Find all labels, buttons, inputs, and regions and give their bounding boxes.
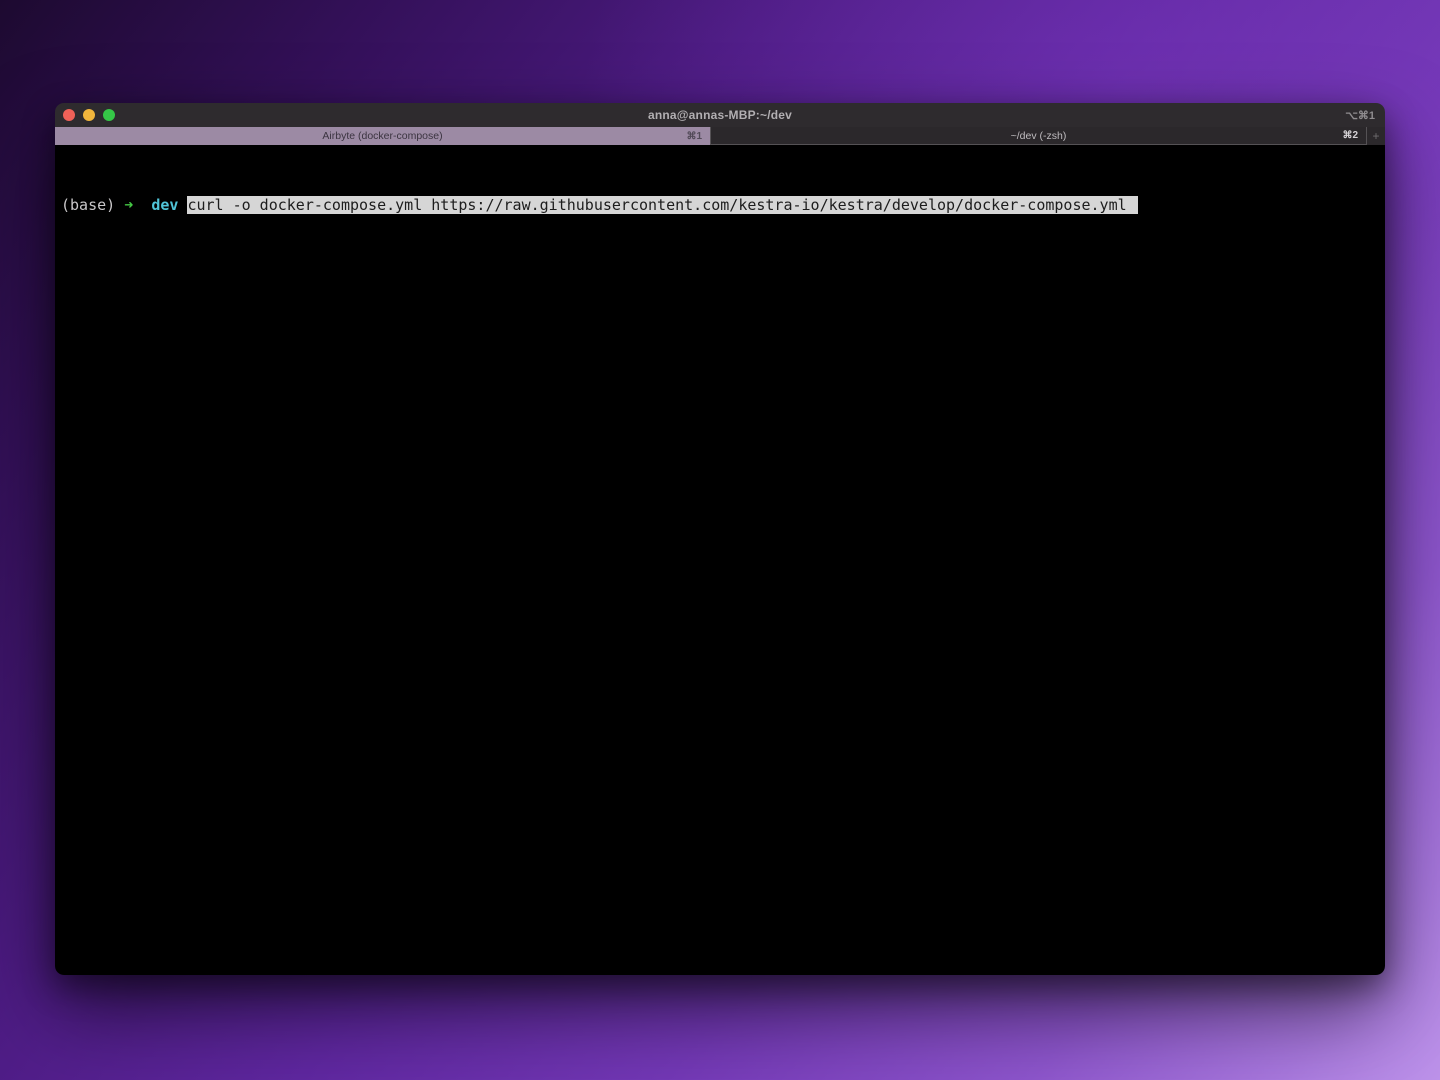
tab-bar: Airbyte (docker-compose) ⌘1 ~/dev (-zsh)… [55,127,1385,145]
new-tab-button[interactable]: + [1367,127,1385,145]
tab-label: ~/dev (-zsh) [711,130,1366,142]
zoom-button[interactable] [103,109,115,121]
minimize-button[interactable] [83,109,95,121]
prompt-arrow: ➜ [124,196,133,214]
window-title: anna@annas-MBP:~/dev [55,108,1385,122]
tab-shortcut-hint: ⌘1 [686,131,702,142]
tab-label: Airbyte (docker-compose) [55,130,710,142]
tab-airbyte-docker-compose[interactable]: Airbyte (docker-compose) ⌘1 [55,127,710,145]
traffic-lights [55,109,115,121]
title-bar[interactable]: anna@annas-MBP:~/dev ⌥⌘1 [55,103,1385,127]
command-text-selected: curl -o docker-compose.yml https://raw.g… [187,196,1137,214]
tab-shortcut-hint: ⌘2 [1342,130,1358,141]
prompt-line: (base) ➜ dev curl -o docker-compose.yml … [61,194,1385,217]
tab-dev-zsh[interactable]: ~/dev (-zsh) ⌘2 [710,127,1367,145]
current-directory-label: dev [151,196,178,214]
window-shortcut-hint: ⌥⌘1 [1345,109,1375,122]
conda-env-label: (base) [61,196,115,214]
terminal-window: anna@annas-MBP:~/dev ⌥⌘1 Airbyte (docker… [55,103,1385,975]
terminal-content[interactable]: (base) ➜ dev curl -o docker-compose.yml … [55,145,1385,975]
close-button[interactable] [63,109,75,121]
